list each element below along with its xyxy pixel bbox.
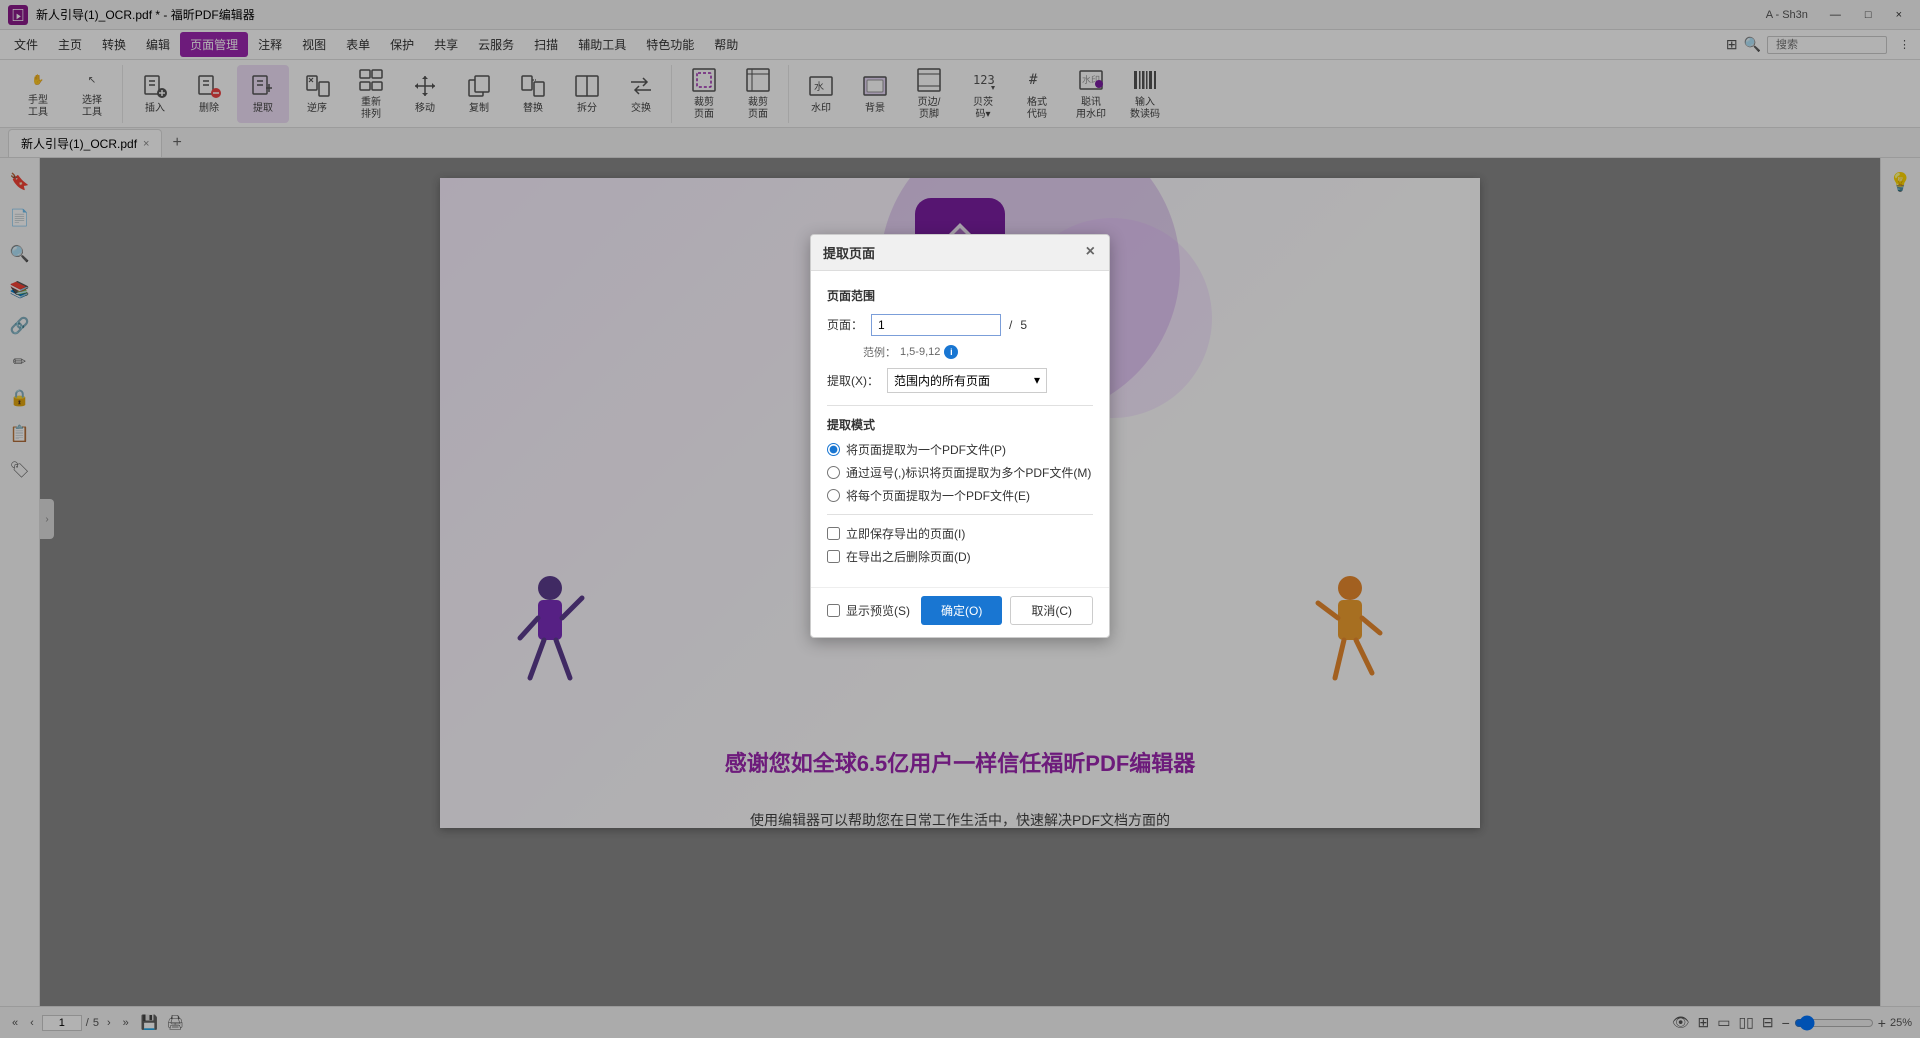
checkbox-divider [827,514,1093,515]
extract-option-label: 范围内的所有页面 [894,372,990,389]
cancel-button[interactable]: 取消(C) [1010,596,1093,625]
extract-dropdown[interactable]: 范围内的所有页面 ▾ [887,368,1047,393]
mode-section-title: 提取模式 [827,416,1093,433]
page-input-row: 页面： / 5 [827,314,1093,336]
hint-value: 1,5-9,12 [900,346,940,358]
page-slash: / [1009,318,1012,332]
page-total: 5 [1020,318,1027,332]
dialog-action-buttons: 确定(O) 取消(C) [921,596,1093,625]
show-preview-row: 显示预览(S) [827,602,910,619]
radio-single-pdf: 将页面提取为一个PDF文件(P) [827,441,1093,458]
checkbox-delete-after-export-input[interactable] [827,550,840,563]
extract-label: 提取(X)： [827,372,879,389]
dialog-close-button[interactable]: × [1084,244,1097,260]
dialog-title-label: 提取页面 [823,243,875,262]
dialog-titlebar: 提取页面 × [811,235,1109,271]
checkbox-save-immediately-input[interactable] [827,527,840,540]
modal-overlay: 提取页面 × 页面范围 页面： / 5 范例： 1,5-9,12 i 提取(X)… [0,0,1920,1038]
radio-multi-pdf-input[interactable] [827,466,840,479]
checkbox-delete-after-export: 在导出之后删除页面(D) [827,548,1093,565]
extract-page-dialog: 提取页面 × 页面范围 页面： / 5 范例： 1,5-9,12 i 提取(X)… [810,234,1110,638]
dialog-body: 页面范围 页面： / 5 范例： 1,5-9,12 i 提取(X)： 范围内的所… [811,271,1109,587]
page-range-section-title: 页面范围 [827,287,1093,304]
radio-single-pdf-input[interactable] [827,443,840,456]
radio-multi-pdf: 通过逗号(,)标识将页面提取为多个PDF文件(M) [827,464,1093,481]
radio-each-pdf: 将每个页面提取为一个PDF文件(E) [827,487,1093,504]
dialog-footer: 显示预览(S) 确定(O) 取消(C) [811,587,1109,637]
page-hint-row: 范例： 1,5-9,12 i [863,344,1093,360]
extract-option-row: 提取(X)： 范围内的所有页面 ▾ [827,368,1093,393]
info-icon: i [944,345,958,359]
radio-each-pdf-input[interactable] [827,489,840,502]
page-range-input[interactable] [871,314,1001,336]
checkbox-save-immediately-label: 立即保存导出的页面(I) [846,525,965,542]
section-divider [827,405,1093,406]
ok-button[interactable]: 确定(O) [921,596,1002,625]
hint-label: 范例： [863,344,896,360]
radio-multi-pdf-label: 通过逗号(,)标识将页面提取为多个PDF文件(M) [846,464,1091,481]
dropdown-arrow-icon: ▾ [1034,373,1040,387]
checkbox-save-immediately: 立即保存导出的页面(I) [827,525,1093,542]
checkbox-delete-after-export-label: 在导出之后删除页面(D) [846,548,971,565]
page-label: 页面： [827,316,863,333]
show-preview-checkbox[interactable] [827,604,840,617]
show-preview-label: 显示预览(S) [846,602,910,619]
radio-each-pdf-label: 将每个页面提取为一个PDF文件(E) [846,487,1030,504]
radio-single-pdf-label: 将页面提取为一个PDF文件(P) [846,441,1006,458]
